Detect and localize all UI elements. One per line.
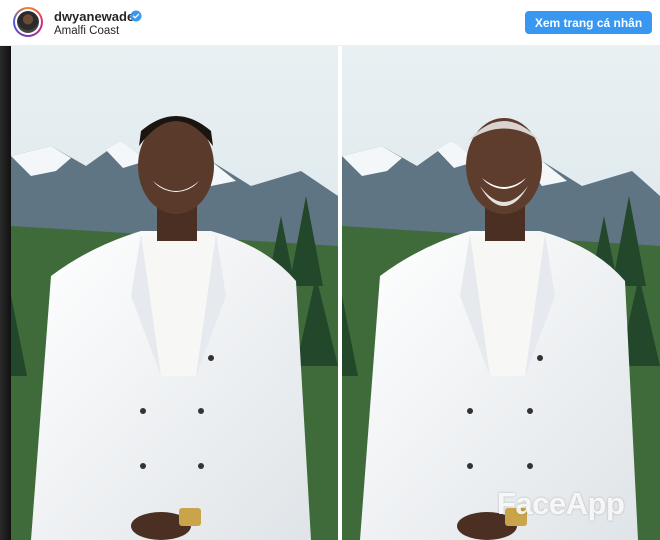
view-profile-button[interactable]: Xem trang cá nhân	[525, 11, 652, 34]
avatar[interactable]	[13, 7, 43, 37]
username-link[interactable]: dwyanewade	[54, 9, 134, 24]
photo-panel-aged	[342, 46, 660, 540]
verified-badge-icon	[130, 10, 142, 22]
photo-panel-original	[11, 46, 338, 540]
location-link[interactable]: Amalfi Coast	[54, 25, 119, 37]
photo-edge	[0, 46, 11, 540]
post-header: dwyanewade Amalfi Coast Xem trang cá nhâ…	[0, 0, 660, 46]
post-photo[interactable]: FaceApp	[0, 46, 660, 540]
faceapp-watermark: FaceApp	[497, 486, 625, 521]
